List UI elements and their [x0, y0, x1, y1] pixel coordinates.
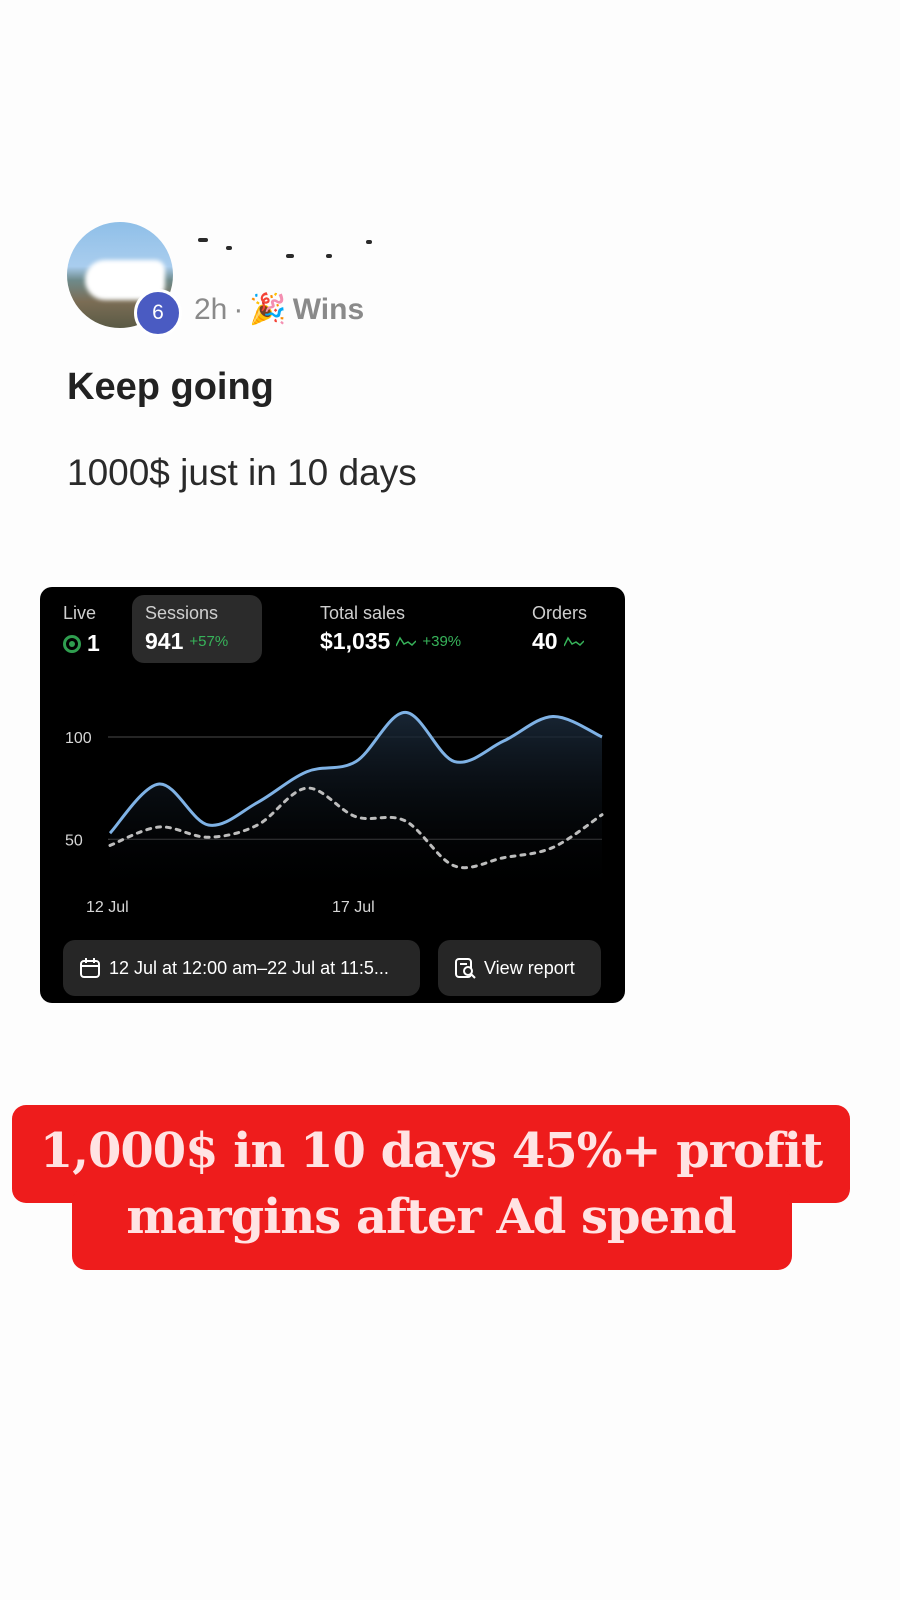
caption-line-1: 1,000$ in 10 days 45%+ profit — [39, 1123, 823, 1179]
series-current-area — [110, 712, 602, 900]
meta-separator: · — [233, 292, 244, 326]
view-report-label: View report — [484, 957, 575, 978]
y-tick-label: 50 — [65, 832, 83, 849]
calendar-icon — [80, 958, 100, 978]
author-name-redacted[interactable] — [196, 230, 406, 260]
post-screen: 6 2h · 🎉 Wins Keep going 1000$ just in 1… — [0, 0, 900, 1600]
party-popper-icon: 🎉 — [249, 293, 287, 326]
sessions-line-chart: 50 100 12 Jul 17 Jul — [65, 710, 604, 916]
x-tick-label: 12 Jul — [86, 899, 129, 916]
caption-banner: 1,000$ in 10 days 45%+ profit margins af… — [12, 1118, 850, 1250]
y-tick-label: 100 — [65, 730, 92, 747]
level-badge: 6 — [134, 289, 182, 337]
analytics-card[interactable]: Live 1 Sessions 941 +57% Total sales $1,… — [40, 587, 625, 1003]
post-time: 2h — [194, 292, 228, 326]
x-tick-label: 17 Jul — [332, 899, 375, 916]
post-title: Keep going — [67, 366, 274, 408]
post-category[interactable]: Wins — [293, 293, 364, 327]
date-range-button[interactable]: 12 Jul at 12:00 am–22 Jul at 11:5... — [63, 940, 420, 996]
date-range-label: 12 Jul at 12:00 am–22 Jul at 11:5... — [109, 957, 389, 978]
caption-line-2: margins after Ad spend — [126, 1189, 736, 1245]
report-search-icon — [455, 958, 476, 979]
post-meta: 2h · 🎉 Wins — [194, 292, 364, 327]
view-report-button[interactable]: View report — [438, 940, 601, 996]
post-body: 1000$ just in 10 days — [67, 452, 417, 493]
